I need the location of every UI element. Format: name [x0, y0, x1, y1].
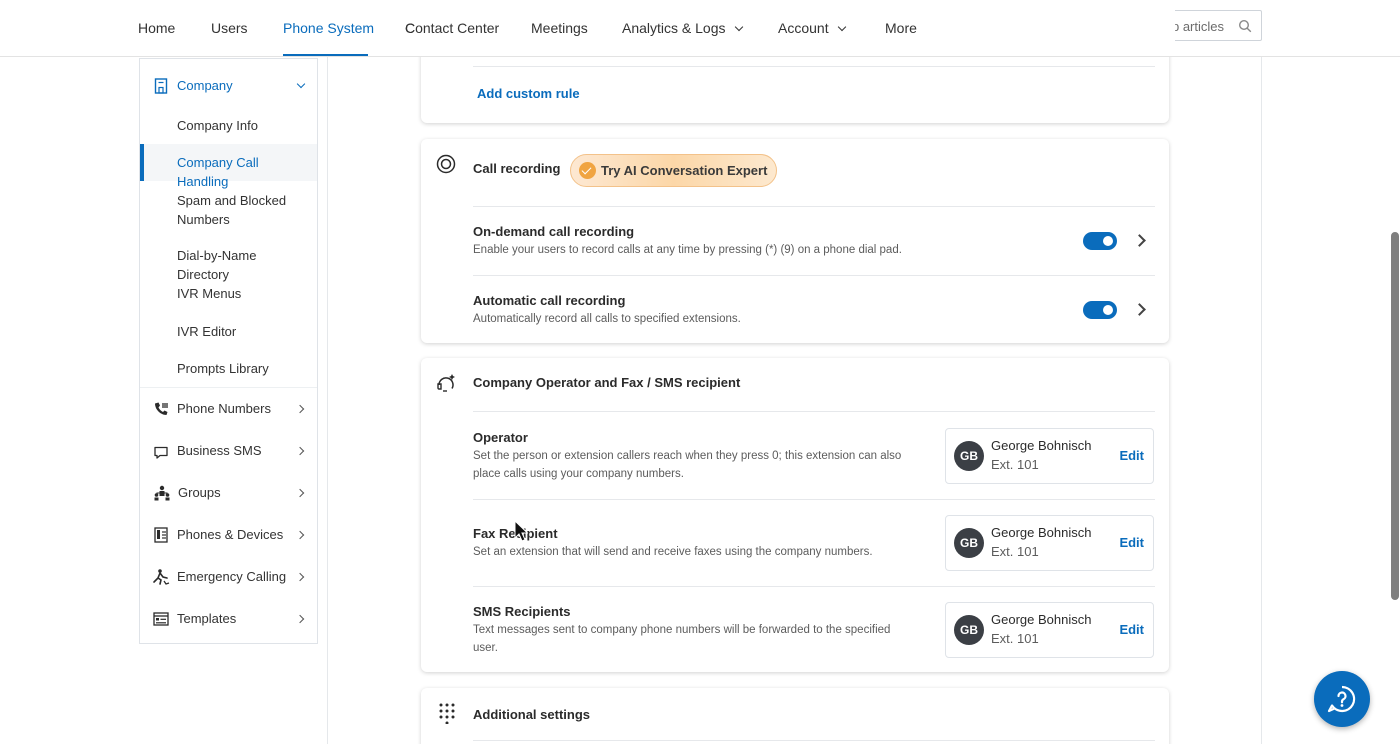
sidebar-section-label: Company	[177, 78, 233, 93]
sidebar-item-label: Emergency Calling	[177, 569, 287, 584]
search-icon[interactable]	[1238, 19, 1252, 33]
chevron-down-icon	[837, 22, 846, 32]
nav-phone-system[interactable]: Phone System	[283, 20, 374, 36]
sms-recipients-desc: Text messages sent to company phone numb…	[473, 624, 891, 654]
company-operator-card: Company Operator and Fax / SMS recipient…	[421, 358, 1169, 672]
automatic-recording-desc: Automatically record all calls to specif…	[473, 313, 741, 325]
divider	[473, 66, 1155, 67]
nav-more-overlay[interactable]: More	[885, 20, 917, 36]
divider	[473, 411, 1155, 412]
sidebar-item-prompts-library[interactable]: Prompts Library	[177, 359, 307, 378]
nav-users[interactable]: Users	[211, 20, 248, 36]
sidebar-item-label: Templates	[177, 611, 237, 626]
on-demand-recording-desc: Enable your users to record calls at any…	[473, 244, 902, 256]
sidebar-item-ivr-editor[interactable]: IVR Editor	[177, 322, 307, 341]
sidebar-item-label: Groups	[178, 485, 221, 500]
ai-badge-label: Try AI Conversation Expert	[601, 163, 768, 178]
chevron-down-icon	[734, 22, 743, 32]
device-icon	[154, 527, 168, 543]
nav-account-overlay[interactable]: Account	[778, 20, 846, 36]
company-operator-title: Company Operator and Fax / SMS recipient	[473, 375, 741, 390]
avatar: GB	[954, 528, 984, 558]
divider	[473, 586, 1155, 587]
chevron-right-icon[interactable]	[1133, 234, 1146, 247]
content-divider	[327, 57, 328, 744]
call-recording-card: Call recording Try AI Conversation Exper…	[421, 139, 1169, 343]
grid-dots-icon	[439, 703, 455, 724]
additional-settings-card: Additional settings	[421, 688, 1169, 744]
chevron-up-icon[interactable]	[296, 79, 306, 89]
sidebar-item-spam-blocked[interactable]: Spam and Blocked Numbers	[177, 191, 307, 229]
sidebar-section-company[interactable]: Company	[140, 65, 317, 105]
help-chat-button[interactable]	[1314, 671, 1370, 727]
operator-title: Operator	[473, 430, 528, 445]
chevron-right-icon	[295, 572, 305, 582]
sidebar-item-label: Phone Numbers	[177, 401, 271, 416]
nav-contact-center-overlay[interactable]: Contact Center	[405, 20, 499, 36]
nav-active-underline	[283, 54, 368, 56]
nav-analytics-label: Analytics & Logs	[622, 20, 726, 36]
record-icon	[436, 154, 456, 174]
help-question-icon	[1327, 685, 1356, 713]
user-name: George Bohnisch	[991, 525, 1092, 540]
groups-icon	[154, 485, 170, 501]
avatar: GB	[954, 441, 984, 471]
mouse-pointer-icon	[514, 520, 528, 542]
sidebar-item-company-call-handling[interactable]: Company Call Handling	[177, 153, 307, 191]
scrollbar-thumb[interactable]	[1391, 232, 1399, 600]
nav-account-label: Account	[778, 20, 829, 36]
sms-recipients-title: SMS Recipients	[473, 604, 571, 619]
phone-icon	[155, 402, 168, 415]
fax-recipient-user-card: GB George Bohnisch Ext. 101 Edit	[945, 515, 1154, 571]
add-custom-rule-link[interactable]: Add custom rule	[477, 86, 580, 101]
operator-headset-icon	[437, 374, 455, 392]
operator-user-card: GB George Bohnisch Ext. 101 Edit	[945, 428, 1154, 484]
call-recording-title: Call recording	[473, 161, 561, 176]
chat-bubble-icon	[154, 446, 168, 459]
chevron-right-icon	[295, 488, 305, 498]
sidebar-item-dial-by-name[interactable]: Dial-by-Name Directory	[177, 246, 307, 284]
user-name: George Bohnisch	[991, 612, 1092, 627]
operator-desc: Set the person or extension callers reac…	[473, 450, 902, 480]
user-name: George Bohnisch	[991, 438, 1092, 453]
nav-analytics-logs-overlay[interactable]: Analytics & Logs	[622, 20, 743, 36]
avatar: GB	[954, 615, 984, 645]
sidebar-item-company-info[interactable]: Company Info	[177, 116, 307, 135]
user-extension: Ext. 101	[991, 544, 1039, 559]
ai-conversation-expert-badge[interactable]: Try AI Conversation Expert	[570, 154, 778, 187]
chevron-right-icon	[295, 614, 305, 624]
nav-meetings-overlay[interactable]: Meetings	[531, 20, 588, 36]
fax-recipient-desc: Set an extension that will send and rece…	[473, 546, 873, 558]
on-demand-recording-title: On-demand call recording	[473, 224, 635, 239]
chevron-right-icon	[295, 446, 305, 456]
user-extension: Ext. 101	[991, 457, 1039, 472]
divider	[473, 499, 1155, 500]
emergency-icon	[153, 569, 170, 585]
content-divider	[1261, 57, 1262, 744]
chevron-right-icon[interactable]	[1133, 303, 1146, 316]
chevron-right-icon	[295, 530, 305, 540]
templates-icon	[153, 612, 169, 626]
edit-operator-button[interactable]: Edit	[1119, 448, 1144, 463]
automatic-recording-toggle[interactable]	[1083, 301, 1117, 319]
divider	[473, 206, 1155, 207]
divider	[473, 275, 1155, 276]
edit-sms-recipients-button[interactable]: Edit	[1119, 622, 1144, 637]
divider	[473, 740, 1155, 741]
sidebar-divider	[140, 387, 317, 388]
nav-home[interactable]: Home	[138, 20, 175, 36]
company-building-icon	[154, 78, 168, 94]
user-extension: Ext. 101	[991, 631, 1039, 646]
sidebar-item-label: Business SMS	[177, 443, 262, 458]
on-demand-recording-toggle[interactable]	[1083, 232, 1117, 250]
edit-fax-recipient-button[interactable]: Edit	[1119, 535, 1144, 550]
sms-recipients-user-card: GB George Bohnisch Ext. 101 Edit	[945, 602, 1154, 658]
check-circle-icon	[579, 162, 596, 179]
automatic-recording-title: Automatic call recording	[473, 293, 626, 308]
additional-settings-title: Additional settings	[473, 707, 590, 722]
chevron-right-icon	[295, 404, 305, 414]
sidebar: Company Company Info Company Call Handli…	[139, 58, 318, 644]
sidebar-item-label: Phones & Devices	[177, 527, 284, 542]
sidebar-item-ivr-menus[interactable]: IVR Menus	[177, 284, 307, 303]
